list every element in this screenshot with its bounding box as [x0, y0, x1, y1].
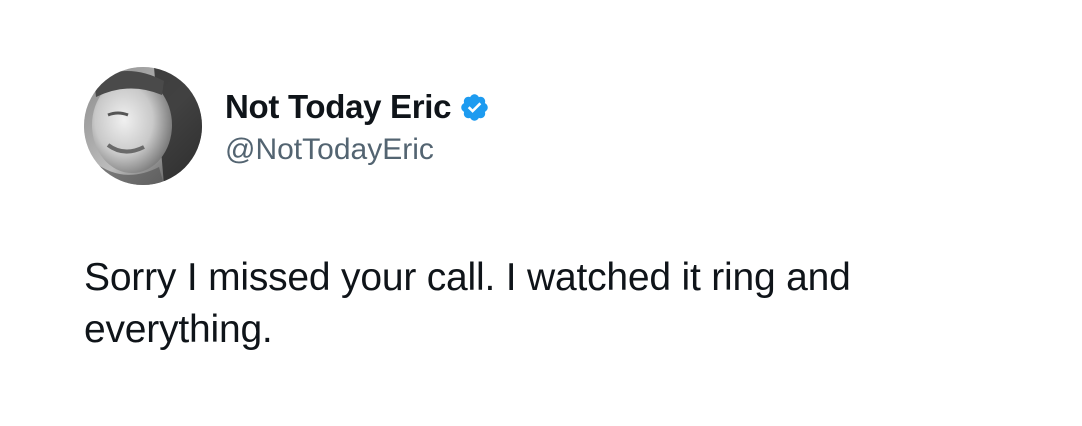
author-handle[interactable]: @NotTodayEric: [225, 133, 490, 167]
tweet-card: Not Today Eric @NotTodayEric Sorry I mis…: [0, 0, 1082, 426]
verified-badge-icon: [459, 92, 490, 123]
author-display-name[interactable]: Not Today Eric: [225, 88, 452, 126]
avatar[interactable]: [84, 67, 202, 185]
tweet-header: Not Today Eric @NotTodayEric: [84, 67, 490, 185]
avatar-photo-icon: [84, 67, 202, 185]
tweet-text: Sorry I missed your call. I watched it r…: [84, 256, 851, 351]
author-identity: Not Today Eric @NotTodayEric: [225, 85, 490, 167]
name-row: Not Today Eric: [225, 85, 490, 129]
